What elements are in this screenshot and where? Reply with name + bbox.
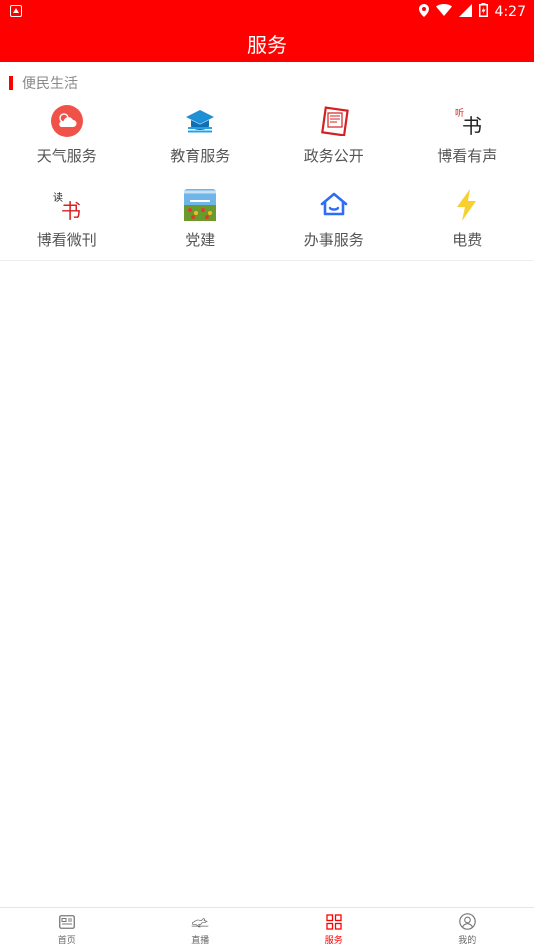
service-gov-affairs[interactable]: 政务公开 — [267, 100, 401, 184]
service-label: 党建 — [185, 231, 216, 249]
svg-text:书: 书 — [61, 199, 81, 221]
tab-label: 直播 — [191, 935, 210, 946]
page-title-bar: 服务 — [0, 24, 534, 62]
listen-book-icon: 听 书 — [450, 104, 484, 138]
location-icon — [418, 3, 429, 21]
bottom-tab-bar: 首页 直播 服务 我的 — [0, 907, 534, 950]
page-title: 服务 — [247, 32, 287, 57]
notification-app-icon — [10, 5, 22, 17]
status-bar: 4:27 — [0, 0, 534, 24]
tab-services[interactable]: 服务 — [267, 908, 401, 950]
service-audio-books[interactable]: 听 书 博看有声 — [401, 100, 534, 184]
tab-label: 服务 — [324, 935, 343, 946]
tab-label: 我的 — [458, 935, 477, 946]
tab-live[interactable]: 直播 — [134, 908, 268, 950]
tab-home[interactable]: 首页 — [0, 908, 134, 950]
house-icon — [317, 188, 351, 222]
service-label: 电费 — [452, 231, 483, 249]
read-book-icon: 读 书 — [50, 188, 84, 222]
government-document-icon — [317, 104, 351, 138]
status-time: 4:27 — [494, 4, 526, 20]
tab-label: 首页 — [57, 935, 76, 946]
lightning-icon — [450, 188, 484, 222]
battery-icon — [478, 3, 488, 21]
service-label: 政务公开 — [303, 147, 364, 165]
svg-text:书: 书 — [462, 114, 482, 137]
weather-cloud-icon — [50, 104, 84, 138]
grid-icon — [325, 913, 343, 931]
service-weather[interactable]: 天气服务 — [0, 100, 134, 184]
service-party-building[interactable]: 党建 — [134, 184, 268, 268]
service-grid: 天气服务 教育服务 政务公开 听 书 博看有声 读 书 博看微刊 党建 办事服务… — [0, 100, 534, 268]
user-icon — [458, 913, 476, 931]
service-education[interactable]: 教育服务 — [134, 100, 268, 184]
tab-profile[interactable]: 我的 — [401, 908, 534, 950]
service-label: 博看微刊 — [36, 231, 97, 249]
service-label: 办事服务 — [303, 231, 364, 249]
live-horse-icon — [191, 913, 209, 931]
signal-icon — [458, 3, 472, 21]
service-affairs-handling[interactable]: 办事服务 — [267, 184, 401, 268]
wifi-icon — [435, 4, 452, 20]
section-title: 便民生活 — [22, 76, 78, 92]
party-building-photo-icon — [183, 188, 217, 222]
service-label: 天气服务 — [36, 147, 97, 165]
service-electricity-bill[interactable]: 电费 — [401, 184, 534, 268]
status-bar-right: 4:27 — [418, 3, 526, 21]
service-label: 教育服务 — [170, 147, 231, 165]
news-icon — [58, 913, 76, 931]
service-label: 博看有声 — [437, 147, 498, 165]
section-header: 便民生活 — [0, 68, 534, 98]
section-accent-bar — [9, 76, 13, 90]
service-micro-journal[interactable]: 读 书 博看微刊 — [0, 184, 134, 268]
section-divider — [0, 260, 534, 261]
graduation-cap-icon — [183, 104, 217, 138]
